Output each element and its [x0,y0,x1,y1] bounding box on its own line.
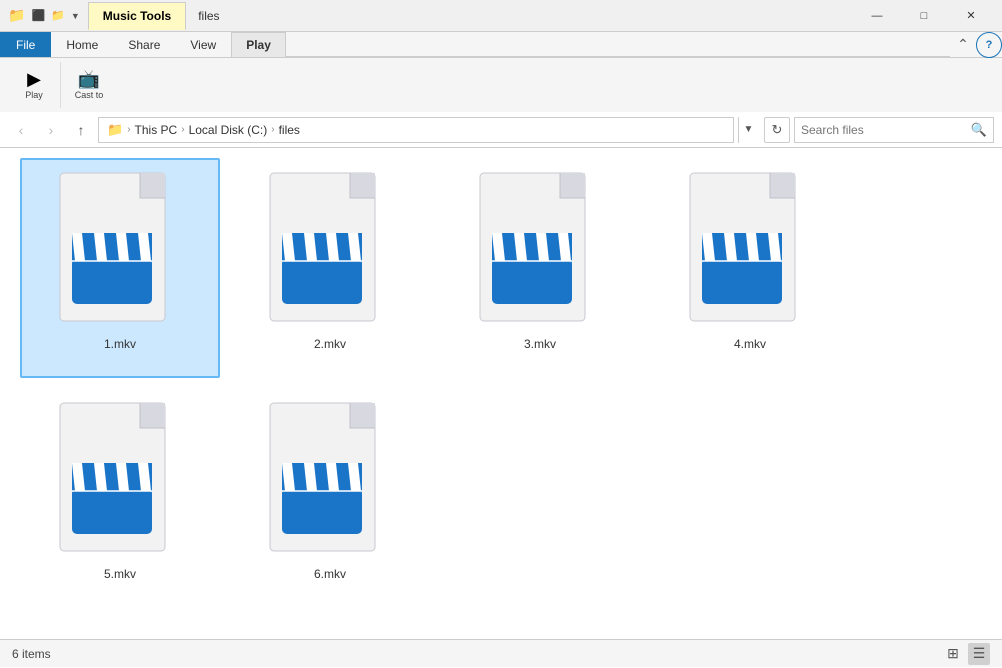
path-files[interactable]: files [279,123,300,137]
path-dropdown-button[interactable]: ▼ [738,117,758,143]
title-tabs: Music Tools [88,2,186,30]
play-button[interactable]: ▶ Play [16,67,52,103]
path-this-pc[interactable]: This PC [135,123,178,137]
mkv-file-icon [475,168,605,333]
file-item[interactable]: 2.mkv [230,158,430,378]
files-area: 1.mkv [0,148,1002,639]
details-view-button[interactable]: ☰ [968,643,990,665]
file-item[interactable]: 5.mkv [20,388,220,608]
mkv-file-icon [55,168,185,333]
mkv-file-icon [265,168,395,333]
tab-play[interactable]: Play [231,32,286,57]
main-content: 1.mkv [0,148,1002,639]
window-icon: 📁 [8,7,25,24]
back-button[interactable]: ‹ [8,117,34,143]
refresh-button[interactable]: ↻ [764,117,790,143]
tab-home[interactable]: Home [51,32,113,57]
file-label: 6.mkv [314,567,346,581]
item-count: 6 items [12,647,51,661]
quick-access-icon[interactable]: ⬛ [31,9,45,22]
search-icon[interactable]: 🔍 [971,122,987,138]
quick-access-icon2[interactable]: 📁 [51,9,65,22]
minimize-button[interactable]: — [854,0,900,32]
ribbon-collapse-btn[interactable]: ⌃ [950,31,976,57]
forward-button[interactable]: › [38,117,64,143]
title-bar-quick-access: 📁 ⬛ 📁 ▼ [8,7,80,24]
file-label: 3.mkv [524,337,556,351]
quick-access-dropdown[interactable]: ▼ [71,11,80,21]
tab-view[interactable]: View [175,32,231,57]
status-bar: 6 items ⊞ ☰ [0,639,1002,667]
file-item[interactable]: 3.mkv [440,158,640,378]
ribbon-content: ▶ Play 📺 Cast to [0,58,1002,112]
file-item[interactable]: 6.mkv [230,388,430,608]
file-item[interactable]: 4.mkv [650,158,850,378]
play-icon: ▶ [27,70,41,88]
maximize-button[interactable]: □ [901,0,947,32]
mkv-file-icon [265,398,395,563]
mkv-file-icon [55,398,185,563]
window-controls: — □ ✕ [854,0,994,32]
path-icon: 📁 [107,122,123,138]
grid-view-button[interactable]: ⊞ [942,643,964,665]
search-box[interactable]: 🔍 [794,117,994,143]
file-label: 1.mkv [104,337,136,351]
mkv-file-icon [685,168,815,333]
search-input[interactable] [801,123,971,137]
file-label: 4.mkv [734,337,766,351]
title-bar: 📁 ⬛ 📁 ▼ Music Tools files — □ ✕ [0,0,1002,32]
file-item[interactable]: 1.mkv [20,158,220,378]
help-button[interactable]: ? [976,32,1002,58]
music-tools-tab[interactable]: Music Tools [88,2,186,30]
file-label: 5.mkv [104,567,136,581]
address-path[interactable]: 📁 › This PC › Local Disk (C:) › files [98,117,734,143]
cast-icon: 📺 [78,70,100,88]
ribbon-group-play: ▶ Play [8,62,61,108]
path-local-disk[interactable]: Local Disk (C:) [189,123,268,137]
ribbon-group-cast: 📺 Cast to [63,62,115,108]
ribbon-tabs: File Home Share View Play ⌃ ? [0,32,1002,58]
up-button[interactable]: ↑ [68,117,94,143]
tab-file[interactable]: File [0,32,51,57]
close-button[interactable]: ✕ [948,0,994,32]
ribbon-tab-spacer [286,32,950,57]
cast-button[interactable]: 📺 Cast to [71,67,107,103]
tab-share[interactable]: Share [113,32,175,57]
view-controls: ⊞ ☰ [942,643,990,665]
folder-title: files [198,9,219,23]
file-label: 2.mkv [314,337,346,351]
address-bar: ‹ › ↑ 📁 › This PC › Local Disk (C:) › fi… [0,112,1002,148]
